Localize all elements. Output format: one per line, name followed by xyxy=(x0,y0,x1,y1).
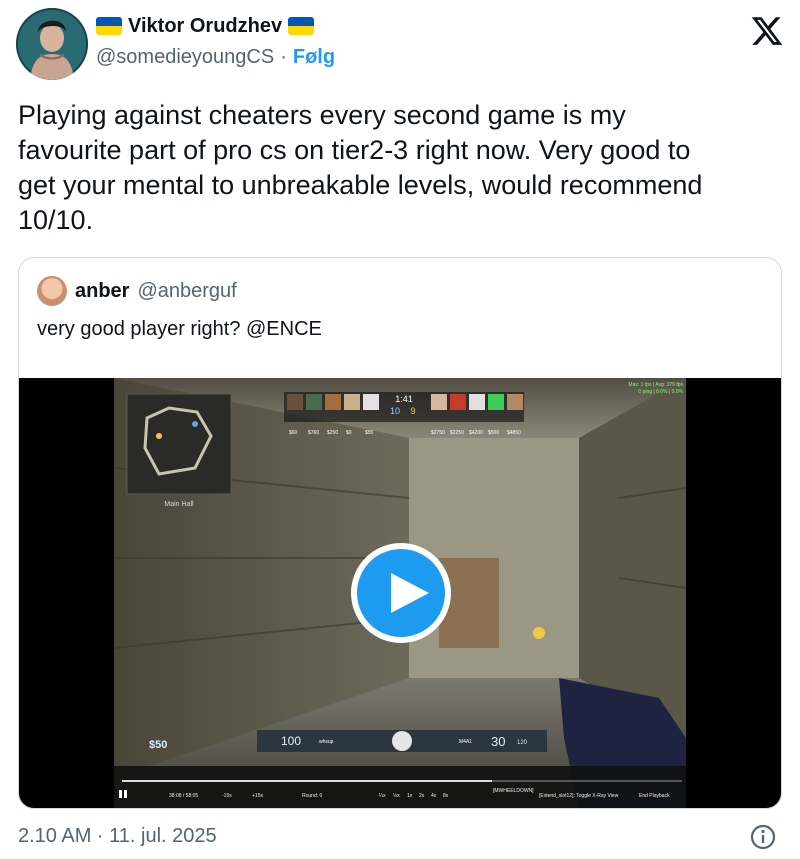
speed-option[interactable]: 8x xyxy=(443,793,449,799)
ct-player-avatars xyxy=(287,394,379,410)
info-icon[interactable] xyxy=(750,824,776,850)
quoted-tweet[interactable]: anber @anberguf very good player right? … xyxy=(18,257,782,809)
speed-option[interactable]: 1x xyxy=(407,793,413,799)
round-label: Round: 0 xyxy=(302,793,323,799)
minimap-label: Main Hall xyxy=(164,501,194,508)
separator-dot: · xyxy=(280,46,287,68)
ct-money-value: $0 xyxy=(346,430,352,436)
reserve-ammo: 120 xyxy=(517,740,528,746)
quoted-author-handle[interactable]: @anberguf xyxy=(137,280,236,303)
money-display: $50 xyxy=(149,739,167,751)
playback-time: 38:08 / 58:05 xyxy=(169,793,198,799)
ct-money-value: $55 xyxy=(365,430,374,436)
ct-score: 10 xyxy=(390,406,400,416)
video-player[interactable]: Main Hall 1:41 10 9 $60 $760 $250 $0 $55… xyxy=(19,378,781,809)
tweet-timestamp[interactable]: 2.10 AM · 11. jul. 2025 xyxy=(18,825,217,847)
weapon-name: M4A1 xyxy=(459,739,472,745)
ammo-display: 30 xyxy=(491,734,505,749)
pause-icon[interactable] xyxy=(124,790,127,798)
ct-money-value: $250 xyxy=(327,430,338,436)
tweet-footer: 2.10 AM · 11. jul. 2025 xyxy=(18,822,788,852)
xray-hint: [Extend_slot12]: Toggle X-Ray View xyxy=(539,793,619,799)
quoted-tweet-header: anber @anberguf xyxy=(37,276,237,306)
author-avatar[interactable] xyxy=(16,8,88,80)
t-money-value: $4200 xyxy=(469,430,483,436)
timeline-progress xyxy=(122,780,492,782)
play-icon xyxy=(391,573,429,613)
pause-icon[interactable] xyxy=(119,790,122,798)
quoted-author-name[interactable]: anber xyxy=(75,280,129,303)
round-timer: 1:41 xyxy=(395,394,413,404)
avatar-illustration xyxy=(16,8,88,80)
t-money-value: $2750 xyxy=(431,430,445,436)
author-handle[interactable]: @somedieyoungCS xyxy=(96,46,274,69)
follow-button[interactable]: Følg xyxy=(293,46,335,69)
speed-option[interactable]: ¼x xyxy=(379,793,386,799)
t-money-value: $4850 xyxy=(507,430,521,436)
author-handle-line: @somedieyoungCS · Følg xyxy=(96,46,335,69)
author-name-line[interactable]: Viktor Orudzhev xyxy=(96,14,335,38)
player-avatar xyxy=(392,731,412,751)
ping-readout: 0 ping | 0.0% | 0.0% xyxy=(638,389,683,395)
health-display: 100 xyxy=(281,734,301,748)
playback-hint: [MWHEELDOWN] xyxy=(493,788,534,794)
author-info: Viktor Orudzhev @somedieyoungCS · Følg xyxy=(96,14,335,69)
t-score: 9 xyxy=(410,406,415,416)
t-money-row: $2750 $2250 $4200 $500 $4850 xyxy=(431,430,521,436)
fps-readout: Max: 1 fps | Avg: 379 fps xyxy=(628,382,683,388)
x-logo-icon[interactable] xyxy=(750,14,784,48)
t-money-value: $500 xyxy=(488,430,499,436)
demo-playback-bar[interactable] xyxy=(114,766,686,809)
ukraine-flag-icon xyxy=(96,17,122,35)
quoted-tweet-text: very good player right? @ENCE xyxy=(37,318,322,340)
ct-money-value: $760 xyxy=(308,430,319,436)
tweet-text: Playing against cheaters every second ga… xyxy=(18,100,703,235)
author-display-name[interactable]: Viktor Orudzhev xyxy=(128,14,282,38)
speed-option[interactable]: 4x xyxy=(431,793,437,799)
skip-forward-button[interactable]: +15s xyxy=(252,793,263,799)
t-money-value: $2250 xyxy=(450,430,464,436)
ct-money-value: $60 xyxy=(289,430,298,436)
ukraine-flag-icon xyxy=(288,17,315,35)
quoted-author-avatar[interactable] xyxy=(37,276,67,306)
speed-option[interactable]: 2x xyxy=(419,793,425,799)
play-button[interactable] xyxy=(351,543,451,643)
tweet-header: Viktor Orudzhev @somedieyoungCS · Følg xyxy=(16,8,784,80)
player-name: whsup xyxy=(319,739,334,745)
end-playback-button[interactable]: End Playback xyxy=(639,793,670,799)
skip-back-button[interactable]: -15s xyxy=(222,793,232,799)
speed-option[interactable]: ½x xyxy=(393,792,400,799)
t-player-avatars xyxy=(431,394,523,410)
